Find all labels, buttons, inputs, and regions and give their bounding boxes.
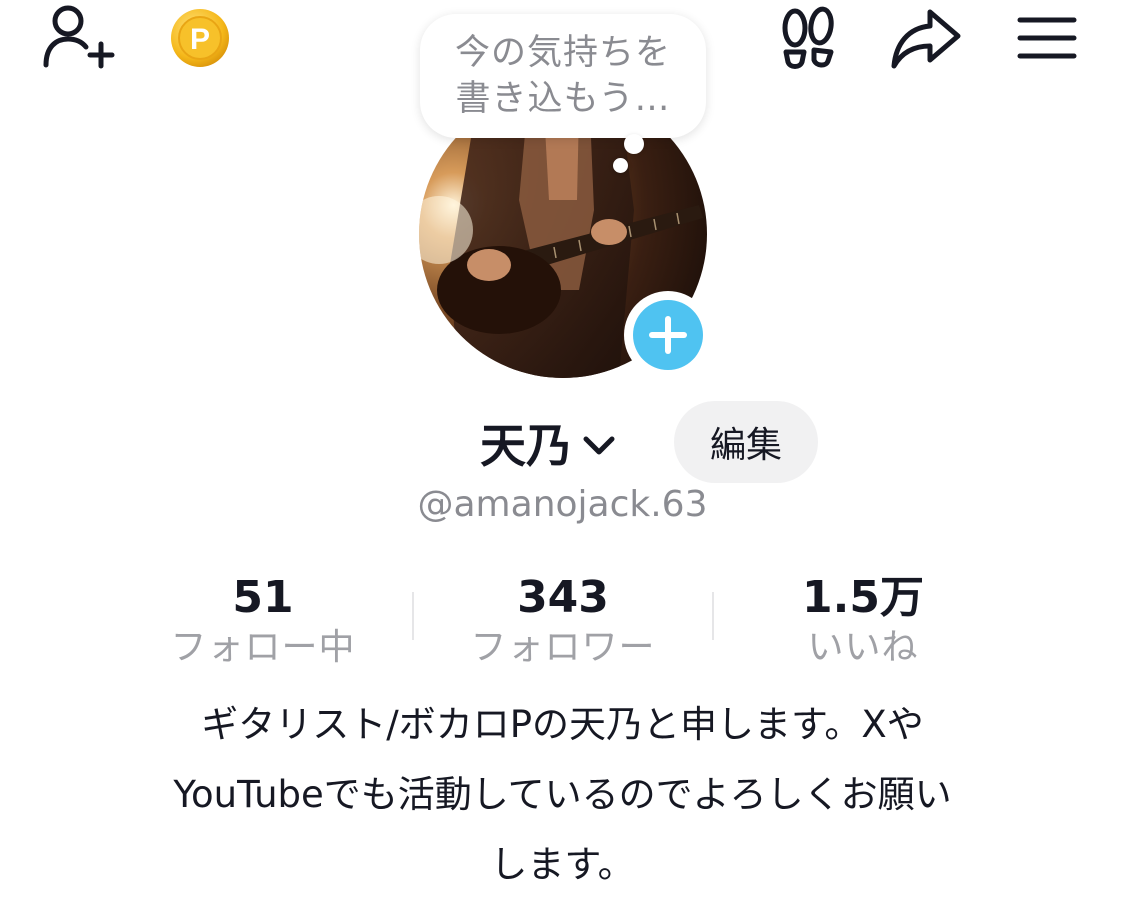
stat-followers[interactable]: 343 フォロワー <box>413 572 713 670</box>
profile-name: 天乃 <box>480 419 572 473</box>
coin-icon: P <box>171 9 229 67</box>
add-friend-icon <box>43 5 115 69</box>
footprint-button[interactable] <box>772 2 844 74</box>
edit-profile-button[interactable]: 編集 <box>674 401 818 483</box>
chevron-down-icon <box>583 436 615 455</box>
likes-label: いいね <box>807 627 919 668</box>
menu-button[interactable] <box>1010 6 1084 70</box>
add-friend-button[interactable] <box>38 0 118 76</box>
share-button[interactable] <box>886 2 966 74</box>
profile-bio[interactable]: ギタリスト/ボカロPの天乃と申します。Xや YouTubeでも活動しているのでよ… <box>100 690 1025 900</box>
footprint-icon <box>782 6 834 69</box>
profile-name-selector[interactable]: 天乃 <box>480 408 616 478</box>
following-count: 51 <box>232 572 294 623</box>
bio-line: ギタリスト/ボカロPの天乃と申します。Xや <box>201 703 924 746</box>
share-icon <box>891 9 961 69</box>
bio-line: YouTubeでも活動しているのでよろしくお願い <box>173 773 952 816</box>
status-bubble-line2: 書き込もう… <box>455 79 671 119</box>
plus-icon <box>649 316 687 354</box>
add-story-circle <box>633 300 703 370</box>
followers-label: フォロワー <box>470 627 656 668</box>
status-bubble-line1: 今の気持ちを <box>454 33 671 73</box>
likes-count: 1.5万 <box>802 572 924 623</box>
svg-text:P: P <box>190 23 210 56</box>
followers-count: 343 <box>517 572 609 623</box>
add-story-button[interactable] <box>624 291 712 379</box>
username: @amanojack.63 <box>417 484 708 525</box>
following-label: フォロー中 <box>170 627 356 668</box>
stat-likes[interactable]: 1.5万 いいね <box>713 572 1013 670</box>
bubble-tail-dot <box>624 134 644 154</box>
coin-button[interactable]: P <box>168 6 232 70</box>
status-bubble[interactable]: 今の気持ちを 書き込もう… <box>420 14 706 138</box>
bubble-tail-dot-small <box>613 158 628 173</box>
profile-page: P 今の気持ちを 書き込もう… 天乃 編集 @amanojack.63 51 フ… <box>0 0 1125 900</box>
bio-line: します。 <box>490 843 635 886</box>
menu-icon <box>1017 17 1077 59</box>
stat-following[interactable]: 51 フォロー中 <box>113 572 413 670</box>
